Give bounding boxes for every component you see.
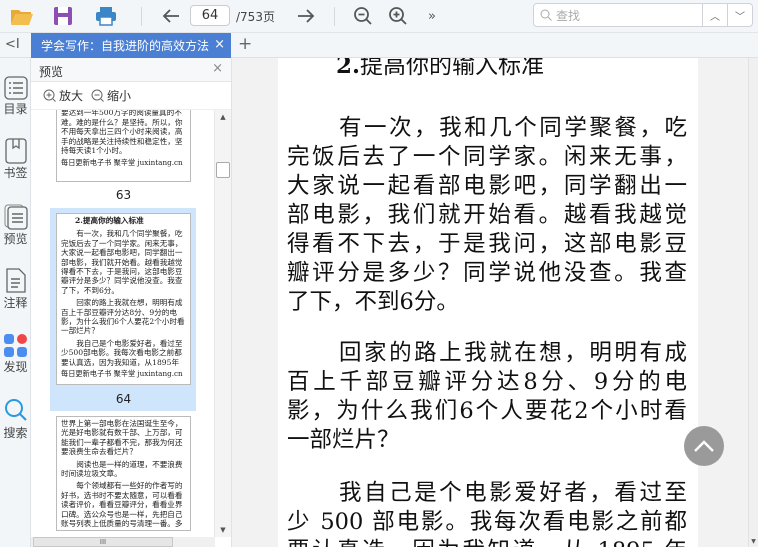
search-prev-button[interactable]: ︿ xyxy=(702,4,727,26)
rail-annotation[interactable]: 注释 xyxy=(0,268,31,311)
next-page-icon[interactable] xyxy=(293,4,319,28)
rail-label: 注释 xyxy=(3,296,28,310)
section-heading: 2.提高你的输入标准 xyxy=(336,58,544,81)
save-icon[interactable] xyxy=(50,4,76,28)
search-icon xyxy=(540,9,552,21)
preview-panel: 预览 × 放大 缩小 要1个小时15分钟。这样一算，要达到一年500万字的阅读量真… xyxy=(31,58,232,547)
heading-text: 提高你的输入标准 xyxy=(360,58,545,79)
more-tools-icon[interactable]: » xyxy=(422,4,442,28)
text-line: 部电影，我们就开始看。越看我越觉 xyxy=(287,202,687,228)
thumb-footer: 每日更新电子书 聚辛堂 juxintang.cn xyxy=(61,369,183,379)
page-number-63: 63 xyxy=(115,188,132,202)
text-line: 回家的路上我就在想，明明有成 xyxy=(339,340,687,366)
thumb-text: 有一次，我和几个同学聚餐，吃完饭后去了一个同学家。闲来无事，大家说一起看部电影吧… xyxy=(61,229,183,295)
search-input[interactable]: 查找 xyxy=(556,7,580,24)
document-page: 2.提高你的输入标准 有一次，我和几个同学聚餐，吃完饭后去了一个同学家。闲来无事… xyxy=(278,58,698,547)
text-line: 百上千部豆瓣评分达8分、9分的电 xyxy=(287,369,687,395)
rail-label: 预览 xyxy=(3,232,28,246)
document-scrollbar[interactable]: ▼ xyxy=(748,58,758,547)
zoom-out-icon[interactable] xyxy=(350,4,376,28)
preview-scrollbar[interactable]: ▲ ▼ xyxy=(214,110,231,537)
text-line: 了下，不到6分。 xyxy=(287,289,459,315)
thumb-text: 阅读也是一样的道理，不要浪费时间读垃圾文章。 xyxy=(61,459,183,479)
rail-label: 搜索 xyxy=(3,426,28,440)
apps-icon xyxy=(3,334,27,357)
search-box[interactable]: 查找 ︿ ﹀ xyxy=(533,3,753,27)
preview-zoom-in-button[interactable]: 放大 xyxy=(43,87,83,104)
zoom-in-label: 放大 xyxy=(59,89,84,103)
page-number-input[interactable]: 64 xyxy=(190,5,230,26)
previous-page-icon[interactable] xyxy=(158,4,184,28)
text-line: 一部烂片？ xyxy=(287,427,400,453)
text-line: 瓣评分是多少？同学说他没查。我查 xyxy=(287,260,687,286)
zoom-in-icon xyxy=(43,89,56,102)
pages-icon xyxy=(4,204,28,230)
thumb-footer: 每日更新电子书 聚辛堂 juxintang.cn xyxy=(61,158,183,168)
tab-document[interactable]: 学会写作：自我进阶的高效方法 × xyxy=(31,33,231,58)
scroll-thumb[interactable] xyxy=(216,162,230,178)
thumb-text: 我自己是个电影爱好者，看过至少500部电影。我每次看电影之前都要认真选，因为我知… xyxy=(61,338,183,367)
tab-bar: <I 学会写作：自我进阶的高效方法 × + xyxy=(0,33,758,58)
zoom-out-label: 缩小 xyxy=(107,89,132,103)
document-viewer: 2.提高你的输入标准 有一次，我和几个同学聚餐，吃完饭后去了一个同学家。闲来无事… xyxy=(232,58,748,547)
preview-title: 预览 xyxy=(39,65,64,79)
note-icon xyxy=(5,268,26,293)
thumb-heading: 2.提高你的输入标准 xyxy=(75,216,144,225)
text-line: 大家说一起看部电影吧，同学翻出一 xyxy=(287,173,687,199)
list-icon xyxy=(3,76,28,100)
thumb-text: 世界上第一部电影在法国诞生至今，光是好电影就有数千部、上万部，可能我们一辈子都看… xyxy=(61,419,183,457)
rail-label: 目录 xyxy=(3,102,28,116)
bookmark-icon xyxy=(4,138,27,164)
rail-discover[interactable]: 发现 xyxy=(0,334,31,375)
heading-number: 2. xyxy=(336,58,361,79)
chevron-up-icon xyxy=(694,440,714,452)
rail-label: 书签 xyxy=(3,166,28,180)
rail-label: 发现 xyxy=(3,360,28,374)
rail-preview[interactable]: 预览 xyxy=(0,204,31,247)
left-rail: 目录 书签 预览 注释 发现 搜索 xyxy=(0,58,31,547)
rail-search[interactable]: 搜索 xyxy=(0,398,31,441)
zoom-in-icon[interactable] xyxy=(385,4,411,28)
page-total: /753页 xyxy=(236,10,275,24)
print-icon[interactable] xyxy=(92,4,120,28)
page-number-64: 64 xyxy=(115,392,132,406)
text-line: 我自己是个电影爱好者，看过至 xyxy=(339,480,687,506)
zoom-out-icon xyxy=(91,89,104,102)
search-icon xyxy=(4,399,27,421)
thumb-text: 要1个小时15分钟。这样一算，要达到一年500万字的阅读量真的不难。难的是什么？… xyxy=(61,110,183,156)
search-next-button[interactable]: ﹀ xyxy=(727,4,752,26)
text-line: 少 500 部电影。我每次看电影之前都 xyxy=(287,509,687,535)
collapse-sidebar-button[interactable]: <I xyxy=(5,37,20,52)
text-line: 要认真选，因为我知道，从 1895 年 xyxy=(287,537,687,547)
thumbnail-page-64[interactable]: 2.提高你的输入标准 有一次，我和几个同学聚餐，吃完饭后去了一个同学家。闲来无事… xyxy=(56,213,191,385)
text-line: 有一次，我和几个同学聚餐，吃 xyxy=(339,115,687,141)
preview-zoom-out-button[interactable]: 缩小 xyxy=(91,87,131,104)
rail-toc[interactable]: 目录 xyxy=(0,76,31,117)
preview-close-button[interactable]: × xyxy=(212,61,223,76)
thumbnail-page-65[interactable]: 世界上第一部电影在法国诞生至今，光是好电影就有数千部、上万部，可能我们一辈子都看… xyxy=(56,416,191,532)
rail-bookmark[interactable]: 书签 xyxy=(0,138,31,181)
thumbnail-list: 要1个小时15分钟。这样一算，要达到一年500万字的阅读量真的不难。难的是什么？… xyxy=(31,110,215,537)
thumb-text: 回家的路上我就在想，明明有成百上千部豆瓣评分达8分、9分的电影，为什么我们6个人… xyxy=(61,298,185,336)
toolbar: 64 /753页 » 查找 ︿ ﹀ xyxy=(0,0,758,33)
tab-close-button[interactable]: × xyxy=(211,37,225,52)
text-line: 影，为什么我们6个人要花2个小时看 xyxy=(287,398,687,424)
thumb-text: 每个领域都有一些好的作者写的好书，选书时不要太随意，可以看看读者评价，看看豆瓣评… xyxy=(61,481,183,529)
text-line: 得看不下去，于是我问，这部电影豆 xyxy=(287,231,687,257)
preview-horizontal-scrollbar[interactable]: III xyxy=(31,537,215,547)
tab-title: 学会写作：自我进阶的高效方法 xyxy=(41,39,210,53)
open-folder-icon[interactable] xyxy=(8,4,36,28)
text-line: 完饭后去了一个同学家。闲来无事， xyxy=(287,144,687,170)
thumbnail-page-63[interactable]: 要1个小时15分钟。这样一算，要达到一年500万字的阅读量真的不难。难的是什么？… xyxy=(56,110,191,182)
back-to-top-button[interactable] xyxy=(684,426,724,466)
new-tab-button[interactable]: + xyxy=(238,34,252,54)
